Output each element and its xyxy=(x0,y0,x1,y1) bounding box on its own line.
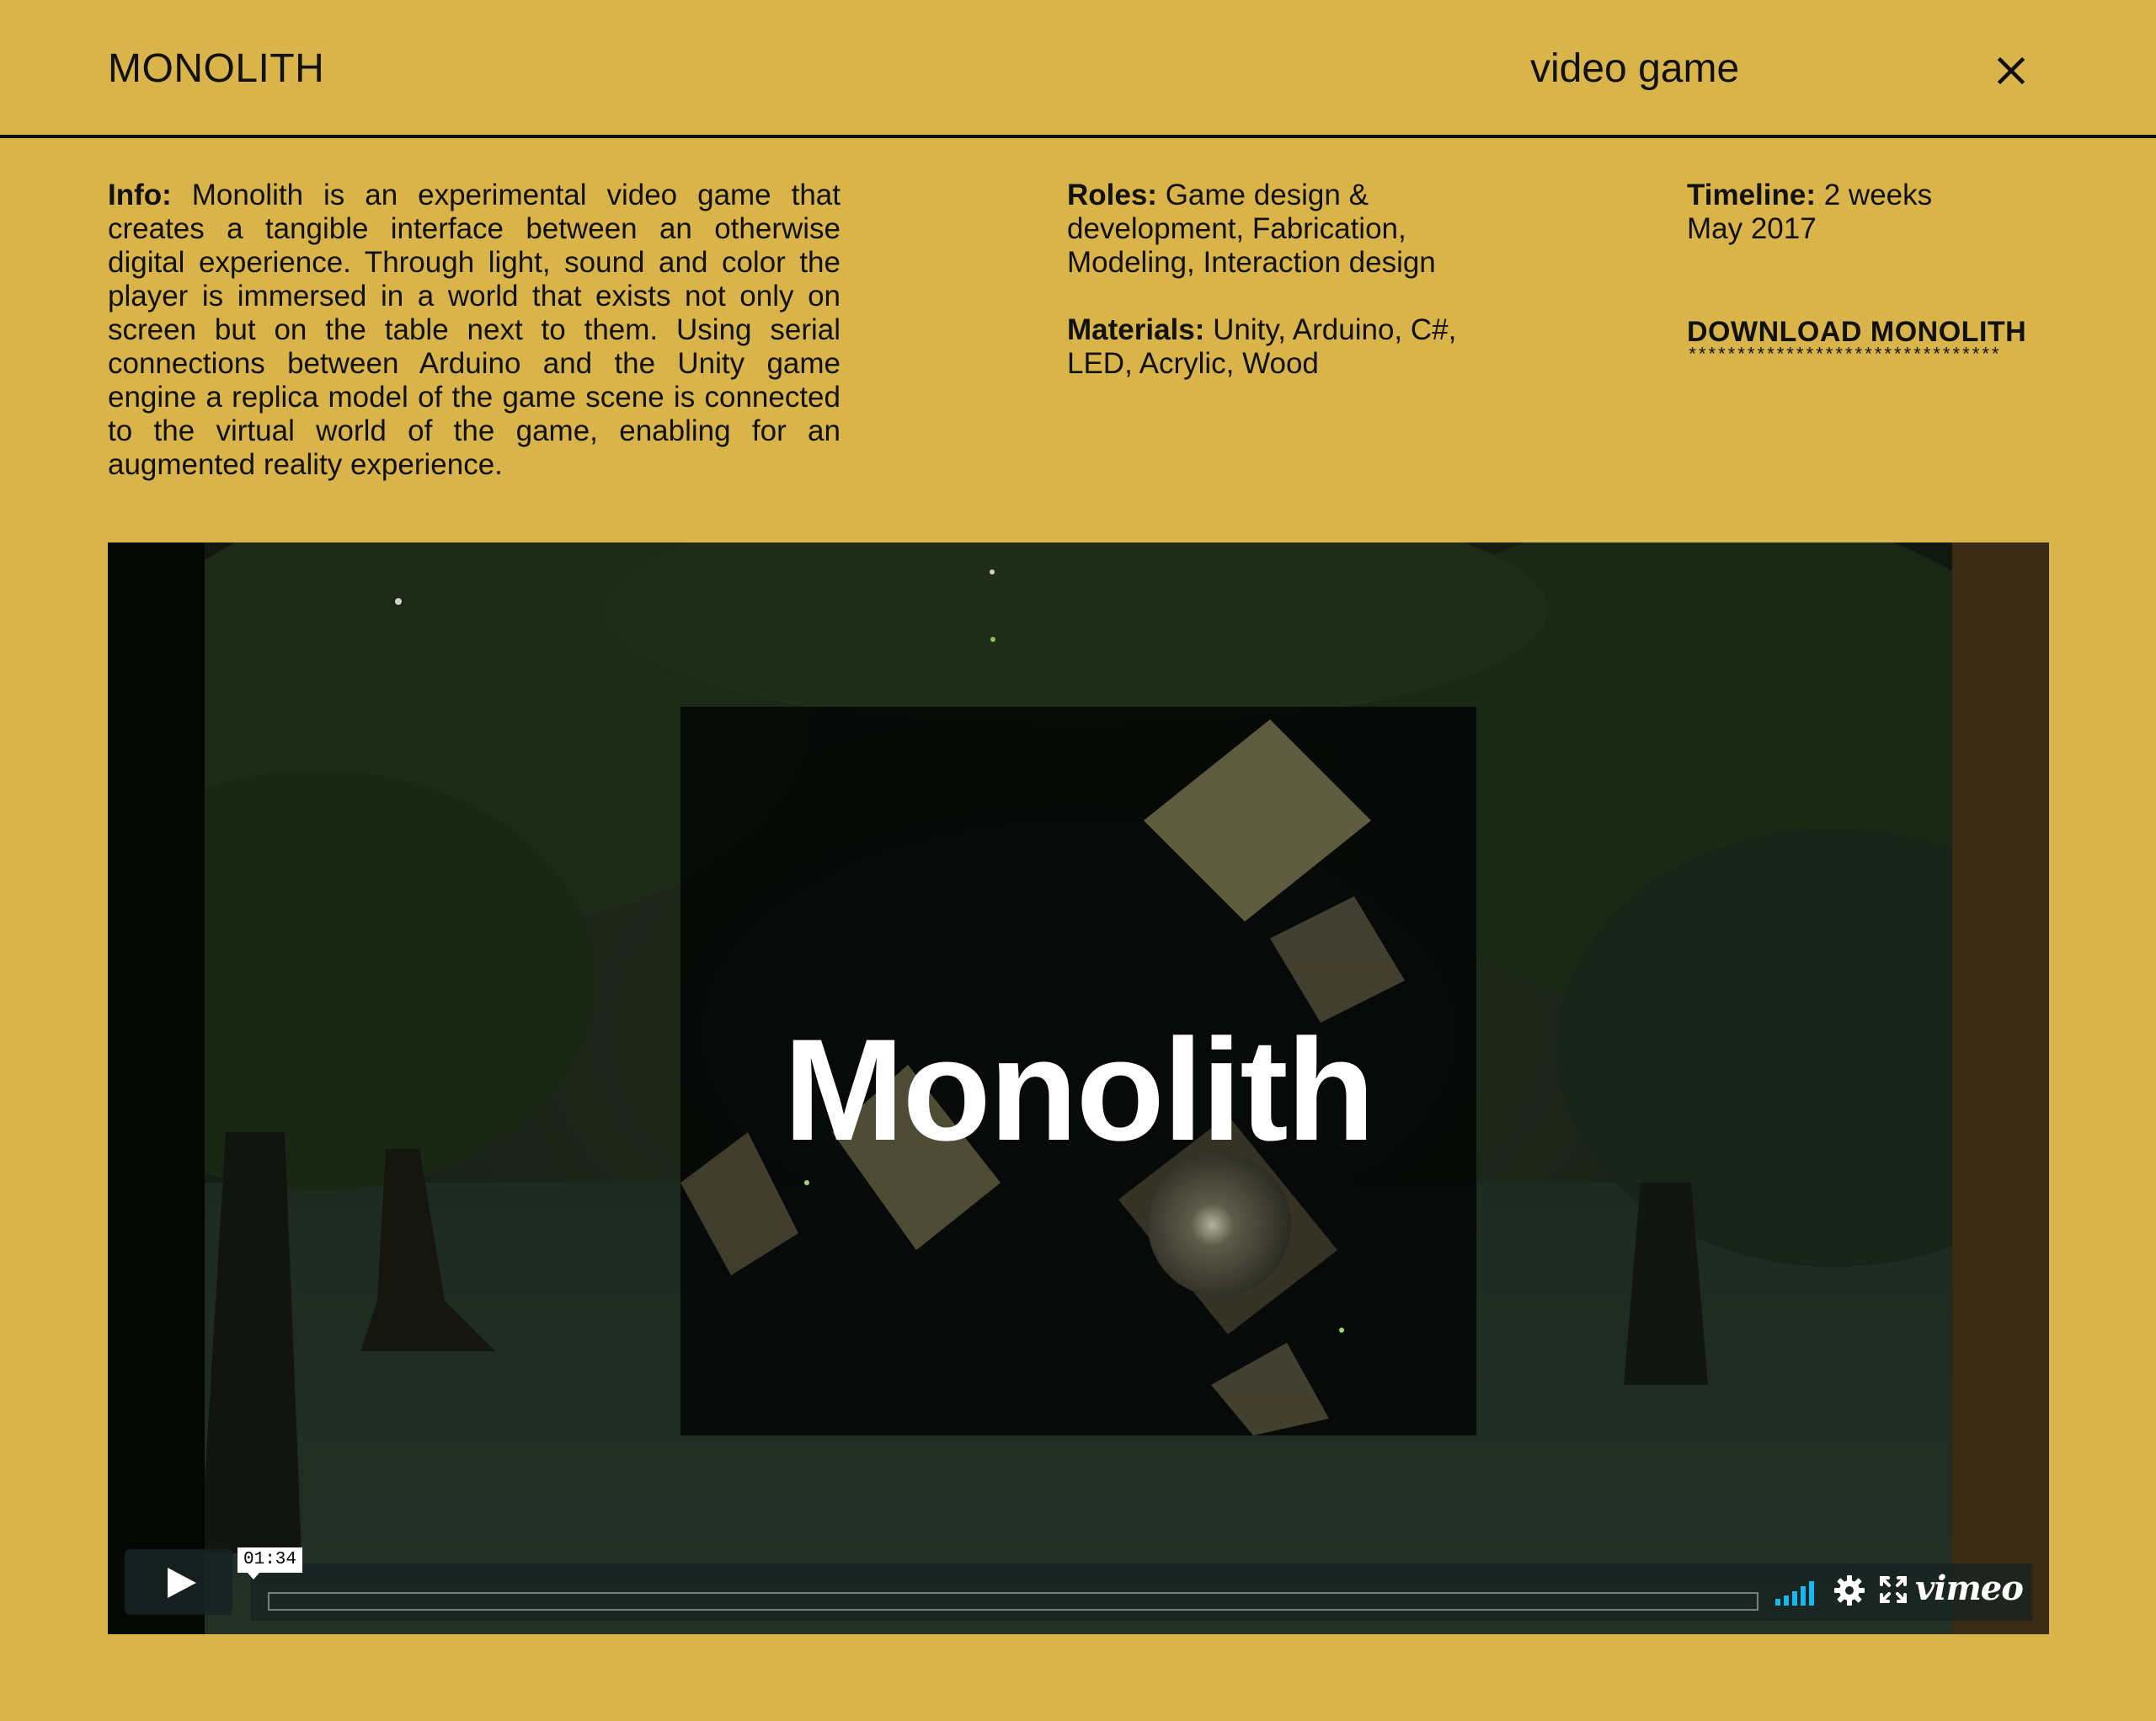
progress-bar[interactable] xyxy=(268,1592,1758,1611)
fullscreen-icon[interactable] xyxy=(1879,1575,1908,1604)
roles: Roles: Game design & development, Fabric… xyxy=(1067,179,1471,280)
download-link[interactable]: DOWNLOAD MONOLITH xyxy=(1687,315,2026,349)
header: MONOLITH video game xyxy=(0,0,2156,138)
close-icon xyxy=(1997,56,2025,85)
materials: Materials: Unity, Arduino, C#, LED, Acry… xyxy=(1067,313,1471,381)
video-title: Monolith xyxy=(783,1009,1374,1171)
play-icon xyxy=(168,1568,196,1598)
category-label: video game xyxy=(1530,46,1740,91)
info-description: Info: Monolith is an experimental video … xyxy=(108,179,841,482)
timeline-date: May 2017 xyxy=(1687,212,1817,245)
project-page: MONOLITH video game Info: Monolith is an… xyxy=(0,0,2156,1721)
time-tooltip: 01:34 xyxy=(237,1547,303,1579)
close-button[interactable] xyxy=(1993,52,2030,89)
timeline-duration: 2 weeks xyxy=(1816,179,1933,211)
play-button[interactable] xyxy=(125,1549,232,1615)
timeline: Timeline: 2 weeks May 2017 xyxy=(1687,179,2041,246)
gear-icon[interactable] xyxy=(1833,1574,1866,1607)
info-label: Info: xyxy=(108,179,172,211)
download-underline: ******************************** xyxy=(1687,347,2001,366)
roles-label: Roles: xyxy=(1067,179,1157,211)
video-player[interactable]: Monolith 01:34 vimeo xyxy=(108,542,2049,1634)
page-title: MONOLITH xyxy=(108,46,325,91)
vimeo-logo[interactable]: vimeo xyxy=(1915,1570,2024,1607)
controls-bar xyxy=(251,1563,2032,1621)
info-text: Monolith is an experimental video game t… xyxy=(108,179,841,481)
timeline-label: Timeline: xyxy=(1687,179,1817,211)
materials-label: Materials: xyxy=(1067,313,1205,346)
volume-icon[interactable] xyxy=(1775,1580,1819,1606)
